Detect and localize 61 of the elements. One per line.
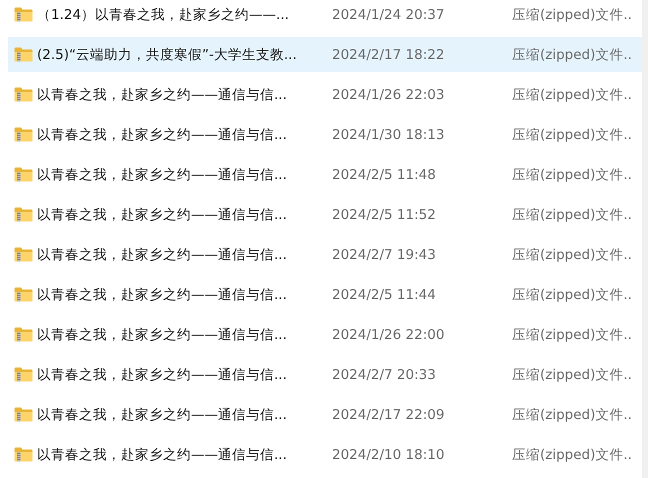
- file-name: 以青春之我，赴家乡之约——通信与信...: [37, 406, 288, 424]
- zip-folder-icon: [14, 127, 33, 142]
- modified-date: 2024/1/30 18:13: [332, 126, 446, 142]
- modified-date: 2024/1/26 22:00: [332, 326, 446, 342]
- zip-folder-icon: [14, 7, 33, 22]
- zip-folder-icon: [14, 207, 33, 222]
- file-type: 压缩(zipped)文件..: [512, 406, 632, 424]
- zip-folder-icon: [14, 367, 33, 382]
- file-row[interactable]: 以青春之我，赴家乡之约——通信与信... 2024/2/17 22:09 压缩(zipped)文件..: [8, 397, 642, 432]
- file-name: 以青春之我，赴家乡之约——通信与信...: [37, 326, 288, 344]
- file-row[interactable]: 以青春之我，赴家乡之约——通信与信... 2024/2/7 19:43 压缩(zipped)文件..: [8, 237, 642, 272]
- zip-folder-icon: [14, 327, 33, 342]
- file-type: 压缩(zipped)文件..: [512, 446, 632, 464]
- file-name: (2.5)“云端助力，共度寒假”-大学生支教...: [37, 46, 298, 64]
- modified-date: 2024/2/7 20:33: [332, 366, 437, 382]
- file-type: 压缩(zipped)文件..: [512, 366, 632, 384]
- modified-date: 2024/2/17 22:09: [332, 406, 446, 422]
- zip-folder-icon: [14, 87, 33, 102]
- modified-date: 2024/2/7 19:43: [332, 246, 437, 262]
- file-name: 以青春之我，赴家乡之约——通信与信...: [37, 366, 288, 384]
- file-name: 以青春之我，赴家乡之约——通信与信...: [37, 286, 288, 304]
- file-name: 以青春之我，赴家乡之约——通信与信...: [37, 246, 288, 264]
- file-row[interactable]: （1.24）以青春之我，赴家乡之约——... 2024/1/24 20:37 压缩(zipped)文件..: [8, 0, 642, 32]
- file-name: 以青春之我，赴家乡之约——通信与信...: [37, 126, 288, 144]
- file-row[interactable]: 以青春之我，赴家乡之约——通信与信... 2024/2/7 20:33 压缩(zipped)文件..: [8, 357, 642, 392]
- file-type: 压缩(zipped)文件..: [512, 6, 632, 24]
- modified-date: 2024/2/5 11:48: [332, 166, 437, 182]
- zip-folder-icon: [14, 247, 33, 262]
- zip-folder-icon: [14, 167, 33, 182]
- scrollbar[interactable]: [642, 0, 648, 478]
- file-name: 以青春之我，赴家乡之约——通信与信...: [37, 206, 288, 224]
- modified-date: 2024/2/17 18:22: [332, 46, 446, 62]
- file-row[interactable]: 以青春之我，赴家乡之约——通信与信... 2024/1/30 18:13 压缩(zipped)文件..: [8, 117, 642, 152]
- file-row[interactable]: 以青春之我，赴家乡之约——通信与信... 2024/2/5 11:44 压缩(zipped)文件..: [8, 277, 642, 312]
- file-row[interactable]: 以青春之我，赴家乡之约——通信与信... 2024/2/10 18:10 压缩(zipped)文件..: [8, 437, 642, 472]
- file-type: 压缩(zipped)文件..: [512, 86, 632, 104]
- modified-date: 2024/2/5 11:52: [332, 206, 437, 222]
- file-type: 压缩(zipped)文件..: [512, 166, 632, 184]
- file-type: 压缩(zipped)文件..: [512, 46, 632, 64]
- zip-folder-icon: [14, 47, 33, 62]
- file-row[interactable]: 以青春之我，赴家乡之约——通信与信... 2024/2/5 11:52 压缩(zipped)文件..: [8, 197, 642, 232]
- file-name: 以青春之我，赴家乡之约——通信与信...: [37, 446, 288, 464]
- file-row[interactable]: 以青春之我，赴家乡之约——通信与信... 2024/1/26 22:03 压缩(zipped)文件..: [8, 77, 642, 112]
- zip-folder-icon: [14, 447, 33, 462]
- file-row[interactable]: 以青春之我，赴家乡之约——通信与信... 2024/1/26 22:00 压缩(zipped)文件..: [8, 317, 642, 352]
- file-row[interactable]: (2.5)“云端助力，共度寒假”-大学生支教... 2024/2/17 18:22 压缩(zipped)文件..: [8, 37, 642, 72]
- file-type: 压缩(zipped)文件..: [512, 126, 632, 144]
- zip-folder-icon: [14, 287, 33, 302]
- file-row[interactable]: 以青春之我，赴家乡之约——通信与信... 2024/2/5 11:48 压缩(zipped)文件..: [8, 157, 642, 192]
- file-name: 以青春之我，赴家乡之约——通信与信...: [37, 86, 288, 104]
- file-type: 压缩(zipped)文件..: [512, 206, 632, 224]
- file-name: （1.24）以青春之我，赴家乡之约——...: [37, 6, 290, 24]
- zip-folder-icon: [14, 407, 33, 422]
- file-type: 压缩(zipped)文件..: [512, 286, 632, 304]
- file-type: 压缩(zipped)文件..: [512, 326, 632, 344]
- file-name: 以青春之我，赴家乡之约——通信与信...: [37, 166, 288, 184]
- modified-date: 2024/2/5 11:44: [332, 286, 437, 302]
- modified-date: 2024/1/26 22:03: [332, 86, 446, 102]
- modified-date: 2024/1/24 20:37: [332, 6, 446, 22]
- modified-date: 2024/2/10 18:10: [332, 446, 446, 462]
- file-type: 压缩(zipped)文件..: [512, 246, 632, 264]
